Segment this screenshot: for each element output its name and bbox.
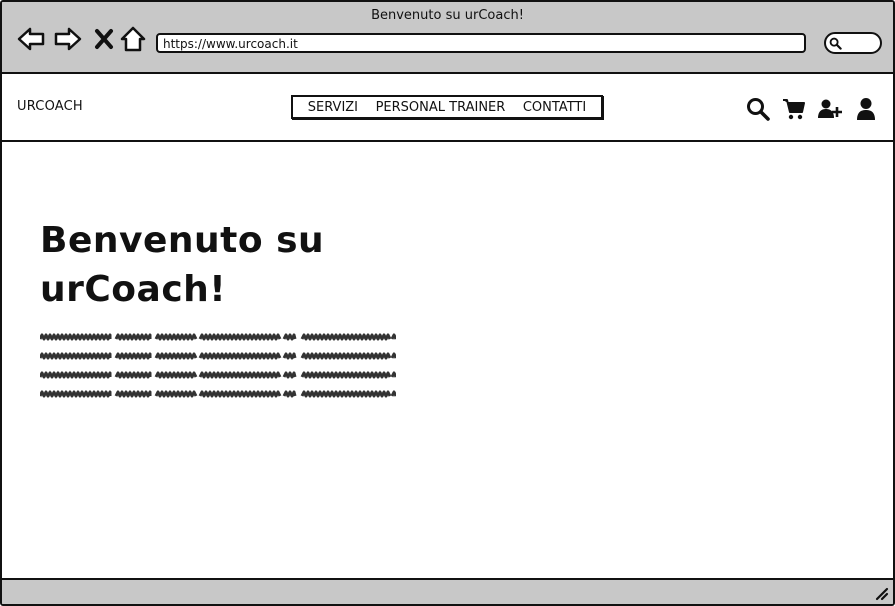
site-logo[interactable]: URCOACH [17,99,83,114]
placeholder-scribble [282,352,297,360]
placeholder-scribble [390,333,396,340]
placeholder-scribble [198,371,282,379]
placeholder-scribble [40,371,112,379]
header-icons [745,96,879,122]
main-menu: SERVIZI PERSONAL TRAINER CONTATTI [291,95,603,119]
close-icon[interactable] [89,24,119,54]
placeholder-scribble [40,390,112,398]
placeholder-scribble [154,333,198,341]
menu-item-contatti[interactable]: CONTATTI [523,100,586,115]
placeholder-scribble [390,352,396,359]
add-user-icon[interactable] [817,96,843,122]
search-icon[interactable] [745,96,771,122]
placeholder-scribble [198,352,282,360]
placeholder-scribble [198,390,282,398]
placeholder-scribble [154,352,198,360]
placeholder-text-block [40,330,396,402]
status-bar [2,578,893,604]
placeholder-scribble [114,371,152,379]
browser-chrome: Benvenuto su urCoach! https://www.urcoac… [2,2,893,74]
browser-search-field[interactable] [824,32,882,54]
placeholder-scribble [282,333,297,341]
placeholder-scribble [114,352,152,360]
placeholder-scribble [114,333,152,341]
menu-item-servizi[interactable]: SERVIZI [308,100,358,115]
placeholder-scribble [40,333,112,341]
placeholder-scribble [282,390,297,398]
placeholder-scribble [390,371,396,378]
placeholder-scribble [300,390,392,398]
forward-icon[interactable] [53,24,83,54]
placeholder-scribble [390,390,396,397]
site-header: URCOACH SERVIZI PERSONAL TRAINER CONTATT… [2,74,893,142]
back-icon[interactable] [16,24,46,54]
placeholder-scribble [154,390,198,398]
user-icon[interactable] [853,96,879,122]
resize-grip-icon[interactable] [873,585,889,601]
window-title: Benvenuto su urCoach! [371,8,524,23]
placeholder-scribble [300,352,392,360]
home-icon[interactable] [118,24,148,54]
placeholder-scribble [154,371,198,379]
placeholder-scribble [300,371,392,379]
placeholder-scribble [282,371,297,379]
hero-title: Benvenuto su urCoach! [40,220,325,310]
placeholder-scribble [300,333,392,341]
cart-icon[interactable] [781,96,807,122]
placeholder-scribble [40,352,112,360]
search-icon [829,37,842,50]
menu-item-personal-trainer[interactable]: PERSONAL TRAINER [376,100,506,115]
placeholder-scribble [198,333,282,341]
placeholder-scribble [114,390,152,398]
browser-window: Benvenuto su urCoach! https://www.urcoac… [0,0,895,606]
address-bar[interactable]: https://www.urcoach.it [156,33,806,53]
